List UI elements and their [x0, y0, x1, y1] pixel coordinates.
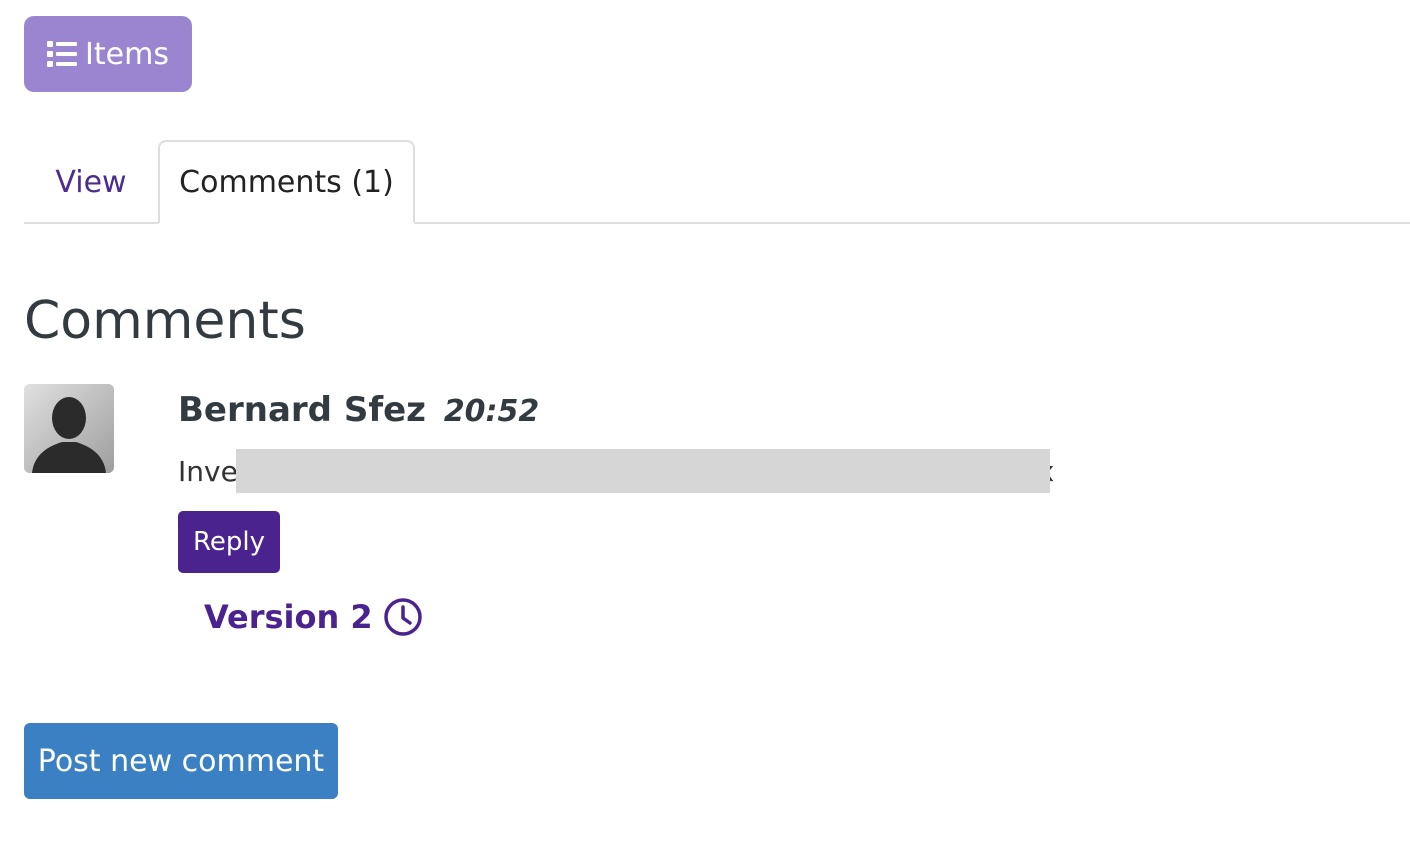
version-label: Version 2: [204, 598, 373, 636]
tab-comments[interactable]: Comments (1): [158, 140, 415, 224]
items-button-label: Items: [85, 36, 169, 72]
comment-time: 20:52: [443, 394, 540, 429]
comments-heading: Comments: [24, 291, 306, 351]
tab-view[interactable]: View: [24, 140, 158, 224]
post-new-comment-button[interactable]: Post new comment: [24, 723, 338, 799]
user-silhouette-icon: [24, 384, 114, 473]
version-link[interactable]: Version 2: [204, 594, 423, 640]
reply-button[interactable]: Reply: [178, 511, 280, 573]
comment-author: Bernard Sfez: [178, 390, 426, 430]
avatar: [24, 384, 114, 473]
clock-icon: [383, 598, 422, 636]
list-icon: [47, 41, 78, 67]
redaction-block: [236, 449, 1050, 493]
tab-bar: View Comments (1): [24, 140, 1410, 224]
items-button[interactable]: Items: [24, 16, 192, 92]
comment-header: Bernard Sfez 20:52: [178, 386, 539, 436]
comment-text-start: Inve: [178, 455, 238, 488]
